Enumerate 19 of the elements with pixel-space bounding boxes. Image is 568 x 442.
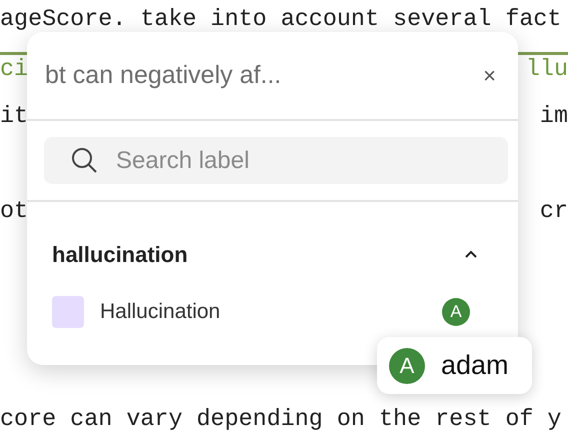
search-icon bbox=[71, 147, 98, 174]
search-box[interactable]: Search label bbox=[44, 137, 508, 184]
label-tag-text: ci bbox=[0, 56, 28, 83]
popup-title: bt can negatively af... bbox=[45, 60, 282, 91]
collapse-caret-icon[interactable] bbox=[464, 250, 478, 258]
text-line: core can vary depending on the rest of y bbox=[0, 406, 562, 434]
user-avatar: A bbox=[442, 298, 470, 326]
text-fragment: it bbox=[0, 103, 28, 131]
user-avatar: A bbox=[389, 348, 425, 384]
user-name: adam bbox=[441, 349, 509, 382]
text-fragment: ot bbox=[0, 198, 28, 226]
label-name[interactable]: Hallucination bbox=[100, 296, 442, 328]
search-field[interactable]: Search label bbox=[114, 142, 474, 180]
group-title: hallucination bbox=[52, 240, 188, 268]
label-tag-text: llu bbox=[526, 56, 568, 83]
text-fragment: im bbox=[540, 103, 568, 131]
close-button[interactable]: × bbox=[479, 64, 500, 86]
text-line: ageScore. take into account several fact bbox=[0, 9, 562, 31]
text-fragment: cr bbox=[540, 198, 568, 226]
